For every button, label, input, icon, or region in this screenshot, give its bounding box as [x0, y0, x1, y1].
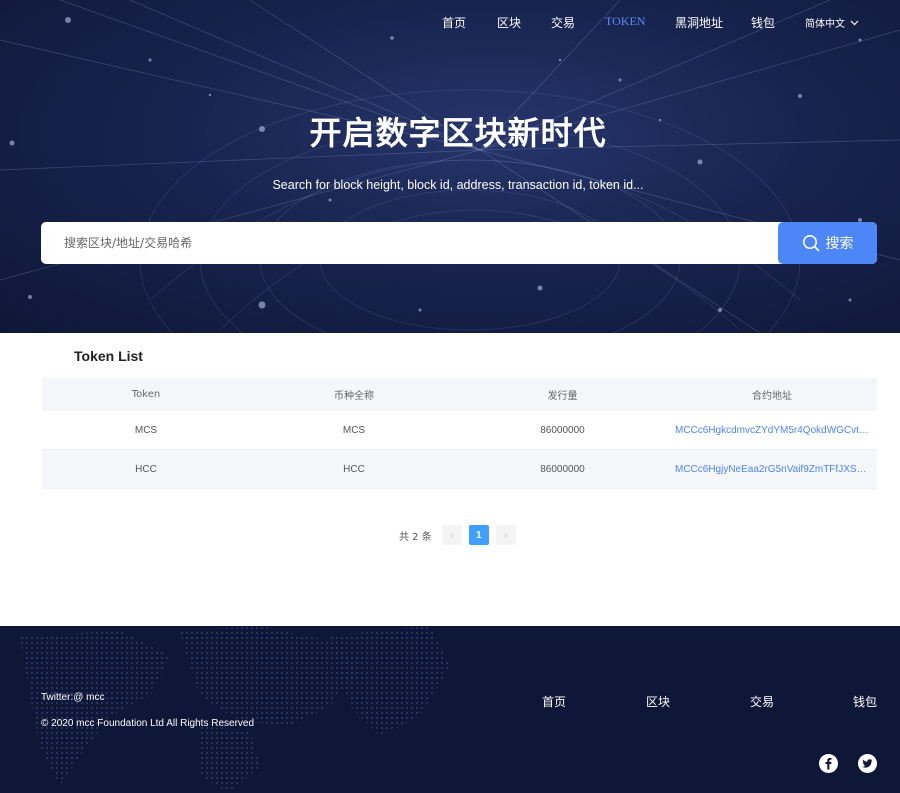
chevron-down-icon — [850, 20, 859, 25]
contract-address-link[interactable]: MCCc6HgkcdmvcZYdYM5r4QokdWGCvtn... — [667, 425, 877, 436]
column-header-contract: 合约地址 — [752, 391, 792, 402]
footer-link-blocks[interactable]: 区块 — [646, 693, 670, 710]
token-full-name: MCS — [342, 424, 366, 436]
column-header-token: Token — [131, 389, 161, 400]
token-symbol: MCS — [134, 424, 158, 436]
twitter-glyph-icon — [862, 759, 873, 768]
hero-subtitle: Search for block height, block id, addre… — [272, 178, 644, 192]
nav-item-transactions[interactable]: 交易 — [551, 14, 575, 31]
contract-address-link[interactable]: MCCc6HgjyNeEaa2rG5nVaif9ZmTFfJXSph... — [667, 464, 877, 475]
search-icon — [802, 235, 819, 252]
token-supply: 86000000 — [540, 424, 585, 436]
facebook-icon[interactable] — [819, 754, 838, 773]
table-header: Token 币种全称 发行量 合约地址 — [42, 378, 877, 411]
footer-twitter-handle: Twitter:@ mcc — [41, 692, 105, 703]
facebook-glyph-icon — [825, 757, 832, 770]
nav-item-blocks[interactable]: 区块 — [497, 14, 521, 31]
token-list-section: Token List Token 币种全称 发行量 合约地址 MCS MCS 8… — [0, 333, 900, 626]
token-full-name: HCC — [343, 463, 365, 475]
column-header-full-name: 币种全称 — [334, 391, 374, 402]
table-row: HCC HCC 86000000 MCCc6HgjyNeEaa2rG5nVaif… — [42, 450, 877, 489]
pagination: 共 2 条 ‹ 1 › — [399, 525, 516, 545]
network-globe-background — [0, 0, 900, 333]
footer-link-wallet[interactable]: 钱包 — [853, 693, 877, 710]
hero-title: 开启数字区块新时代 — [309, 114, 607, 152]
nav-item-home[interactable]: 首页 — [442, 14, 466, 31]
column-header-supply: 发行量 — [547, 391, 578, 402]
pagination-total: 共 2 条 — [399, 531, 432, 543]
search-button-label: 搜索 — [825, 236, 854, 252]
twitter-icon[interactable] — [858, 754, 877, 773]
footer: Twitter:@ mcc © 2020 mcc Foundation Ltd … — [0, 626, 900, 793]
hero-banner: 首页 区块 交易 TOKEN 黑洞地址 钱包 简体中文 开启数字区块新时代 Se… — [0, 0, 900, 333]
nav-item-wallet[interactable]: 钱包 — [751, 14, 775, 31]
search-input[interactable] — [41, 222, 778, 264]
prev-page-button[interactable]: ‹ — [441, 525, 462, 545]
token-supply: 86000000 — [540, 463, 585, 475]
footer-copyright: © 2020 mcc Foundation Ltd All Rights Res… — [41, 718, 255, 729]
page-number-button[interactable]: 1 — [468, 525, 489, 545]
language-label: 简体中文 — [805, 19, 845, 30]
token-list-title: Token List — [74, 348, 143, 364]
token-symbol: HCC — [135, 463, 157, 475]
next-page-button[interactable]: › — [495, 525, 516, 545]
nav-item-blackhole-address[interactable]: 黑洞地址 — [675, 14, 723, 31]
token-table: Token 币种全称 发行量 合约地址 MCS MCS 86000000 MCC… — [42, 378, 877, 489]
table-row: MCS MCS 86000000 MCCc6HgkcdmvcZYdYM5r4Qo… — [42, 411, 877, 450]
top-navigation: 首页 区块 交易 TOKEN 黑洞地址 钱包 简体中文 — [0, 0, 900, 42]
search-bar: 搜索 — [41, 222, 877, 264]
footer-link-home[interactable]: 首页 — [542, 693, 566, 710]
search-button[interactable]: 搜索 — [778, 222, 877, 264]
footer-link-transactions[interactable]: 交易 — [750, 693, 774, 710]
language-selector[interactable]: 简体中文 — [805, 15, 859, 30]
nav-item-token[interactable]: TOKEN — [605, 14, 645, 29]
